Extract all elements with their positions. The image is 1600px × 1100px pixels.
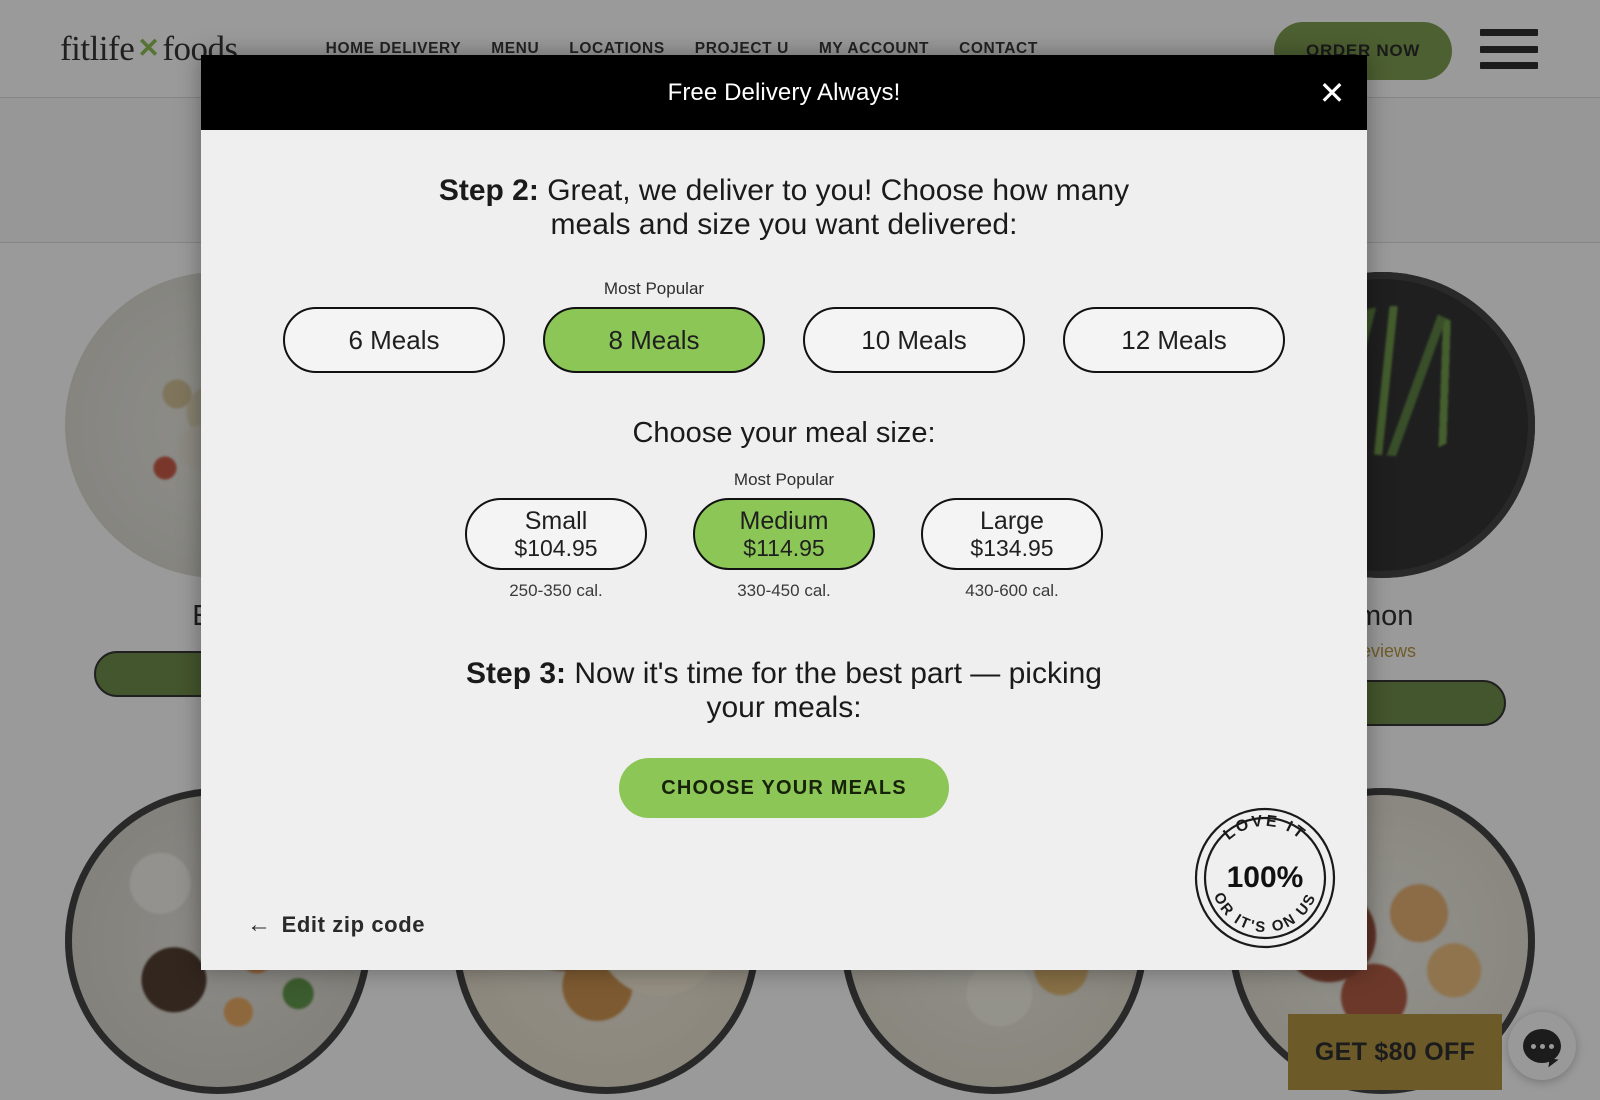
meal-size-option-large: Large $134.95 430-600 cal. [921,470,1103,601]
step2-label: Step 2: [438,174,539,207]
meal-size-options: Small $104.95 250-350 cal. Most Popular … [201,470,1367,601]
meal-size-option-medium: Most Popular Medium $114.95 330-450 cal. [693,470,875,601]
meal-count-option-12: 12 Meals [1063,279,1285,374]
meal-count-option-6: 6 Meals [283,279,505,374]
meal-count-button-10[interactable]: 10 Meals [803,307,1025,374]
modal-banner-title: Free Delivery Always! [667,78,901,106]
guarantee-badge-icon: LOVE IT OR IT'S ON US 100% [1194,807,1336,949]
meal-size-calories: 430-600 cal. [965,581,1059,601]
meal-size-name: Small [524,507,588,536]
meal-size-price: $134.95 [970,534,1054,561]
meal-size-button-small[interactable]: Small $104.95 [465,498,647,571]
meal-size-option-small: Small $104.95 250-350 cal. [465,470,647,601]
step2-text: Great, we deliver to you! Choose how man… [538,174,1130,241]
step3-heading: Step 3: Now it's time for the best part … [434,657,1134,724]
most-popular-tag: Most Popular [603,279,705,299]
meal-size-calories: 250-350 cal. [509,581,603,601]
most-popular-tag: Most Popular [733,470,835,490]
badge-bottom-arc-text: OR IT'S ON US [1210,890,1318,936]
meal-plan-modal: Free Delivery Always! ✕ Step 2: Great, w… [201,55,1367,970]
arrow-left-icon: ← [247,911,272,938]
screenshot-root: fitlife ✕foods HOME DELIVERY MENU LOCATIO… [0,0,1600,1100]
step3-text: Now it's time for the best part — pickin… [566,657,1102,724]
meal-count-options: 6 Meals Most Popular 8 Meals 10 Meals 12… [201,279,1367,374]
modal-body: Step 2: Great, we deliver to you! Choose… [201,130,1367,970]
modal-banner: Free Delivery Always! ✕ [201,55,1367,130]
step3-label: Step 3: [466,657,567,691]
meal-size-price: $114.95 [743,534,825,561]
meal-size-button-medium[interactable]: Medium $114.95 [693,498,875,571]
meal-size-button-large[interactable]: Large $134.95 [921,498,1103,571]
meal-count-button-12[interactable]: 12 Meals [1063,307,1285,374]
edit-zip-code-label: Edit zip code [281,912,426,937]
meal-size-name: Large [980,507,1044,536]
meal-size-calories: 330-450 cal. [737,581,831,601]
choose-your-meals-button[interactable]: CHOOSE YOUR MEALS [619,758,949,819]
meal-size-price: $104.95 [514,534,598,561]
edit-zip-code-link[interactable]: ← Edit zip code [247,912,425,938]
meal-count-option-8: Most Popular 8 Meals [543,279,765,374]
svg-text:OR IT'S ON US: OR IT'S ON US [1210,890,1320,936]
meal-size-heading: Choose your meal size: [632,417,936,450]
meal-count-button-6[interactable]: 6 Meals [283,307,505,374]
badge-center-text: 100% [1227,861,1304,894]
meal-count-button-8[interactable]: 8 Meals [543,307,765,374]
step2-heading: Step 2: Great, we deliver to you! Choose… [434,174,1134,241]
close-icon[interactable]: ✕ [1310,71,1354,115]
meal-count-option-10: 10 Meals [803,279,1025,374]
meal-size-name: Medium [739,507,829,536]
